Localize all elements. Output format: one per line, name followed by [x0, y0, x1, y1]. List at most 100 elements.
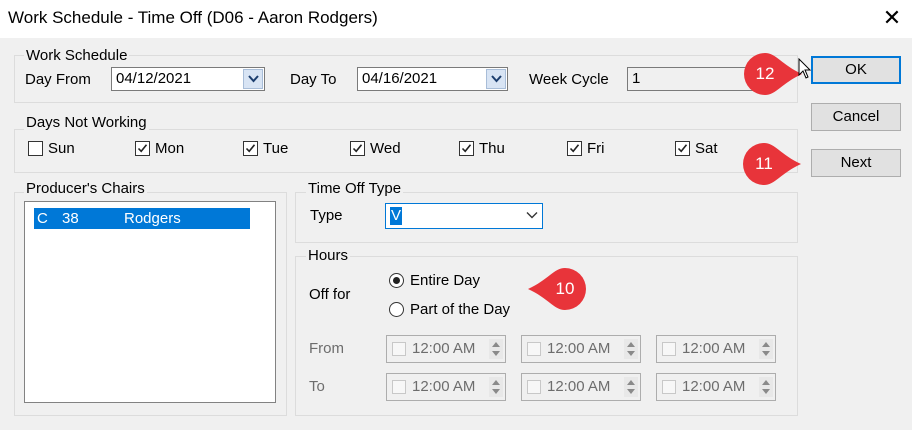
day-label-thu: Thu [479, 140, 505, 157]
checkbox-box [243, 141, 258, 156]
chair-type: C [37, 210, 48, 227]
time-enable-checkbox[interactable] [392, 380, 406, 394]
spin-updown-icon[interactable] [624, 377, 638, 397]
day-from-dropdown-button[interactable] [243, 69, 263, 89]
callout-11: 11 [743, 143, 803, 185]
checkmark-icon [569, 144, 580, 153]
day-to-label: Day To [290, 71, 337, 88]
day-checkbox-sun[interactable]: Sun [28, 140, 88, 160]
spin-updown-icon[interactable] [759, 377, 773, 397]
callout-number: 12 [755, 64, 775, 83]
dialog-client-area: Work Schedule Day From 04/12/2021 Day To… [0, 38, 912, 430]
producers-chairs-legend: Producer's Chairs [24, 180, 147, 197]
day-checkbox-thu[interactable]: Thu [459, 140, 519, 160]
time-value: 12:00 AM [682, 378, 746, 395]
window-title: Work Schedule - Time Off (D06 - Aaron Ro… [8, 8, 378, 27]
day-to-value: 04/16/2021 [362, 70, 438, 87]
time-value: 12:00 AM [682, 340, 746, 357]
checkbox-box [675, 141, 690, 156]
day-to-dropdown-button[interactable] [486, 69, 506, 89]
next-button[interactable]: Next [811, 149, 901, 177]
day-from-value: 04/12/2021 [116, 70, 192, 87]
day-from-picker[interactable]: 04/12/2021 [111, 67, 265, 91]
from-label: From [309, 340, 344, 357]
time-value: 12:00 AM [547, 378, 611, 395]
checkbox-box [28, 141, 43, 156]
list-item[interactable]: C 38 Rodgers [34, 208, 250, 229]
type-dropdown[interactable]: V [385, 203, 543, 229]
hours-legend: Hours [306, 247, 351, 264]
callout-number: 10 [555, 279, 575, 298]
checkmark-icon [352, 144, 363, 153]
type-selected-value: V [390, 207, 403, 225]
callout-12: 12 [744, 53, 804, 95]
to-time-picker-3[interactable]: 12:00 AM [656, 373, 776, 401]
radio-circle [389, 302, 404, 317]
chair-number: 38 [62, 210, 79, 227]
week-cycle-field[interactable]: 1 [627, 67, 757, 91]
off-for-label: Off for [309, 286, 351, 303]
producers-chairs-list[interactable]: C 38 Rodgers [24, 201, 276, 403]
ok-button[interactable]: OK [811, 56, 901, 84]
callout-10: 10 [526, 268, 586, 310]
day-checkbox-mon[interactable]: Mon [135, 140, 195, 160]
day-label-sun: Sun [48, 140, 75, 157]
checkmark-icon [461, 144, 472, 153]
close-icon: ✕ [882, 5, 902, 30]
from-time-picker-1[interactable]: 12:00 AM [386, 335, 506, 363]
radio-dot [393, 277, 400, 284]
entire-day-radio[interactable]: Entire Day [389, 272, 509, 292]
checkmark-icon [245, 144, 256, 153]
mouse-cursor-icon [798, 58, 812, 79]
from-time-picker-3[interactable]: 12:00 AM [656, 335, 776, 363]
day-from-label: Day From [25, 71, 91, 88]
radio-circle [389, 273, 404, 288]
chevron-down-icon [248, 75, 259, 83]
time-value: 12:00 AM [547, 340, 611, 357]
time-off-type-group [295, 192, 798, 243]
from-time-picker-2[interactable]: 12:00 AM [521, 335, 641, 363]
close-button[interactable]: ✕ [878, 2, 906, 34]
day-checkbox-wed[interactable]: Wed [350, 140, 410, 160]
checkbox-box [135, 141, 150, 156]
spin-updown-icon[interactable] [489, 377, 503, 397]
day-checkbox-fri[interactable]: Fri [567, 140, 627, 160]
day-label-wed: Wed [370, 140, 401, 157]
type-label: Type [310, 207, 343, 224]
spin-updown-icon[interactable] [624, 339, 638, 359]
day-checkbox-tue[interactable]: Tue [243, 140, 303, 160]
day-to-picker[interactable]: 04/16/2021 [357, 67, 508, 91]
title-bar: Work Schedule - Time Off (D06 - Aaron Ro… [0, 0, 917, 38]
chevron-down-icon [491, 75, 502, 83]
to-time-picker-1[interactable]: 12:00 AM [386, 373, 506, 401]
time-enable-checkbox[interactable] [527, 380, 541, 394]
window-edge [912, 38, 917, 430]
time-enable-checkbox[interactable] [392, 342, 406, 356]
day-checkbox-sat[interactable]: Sat [675, 140, 735, 160]
callout-number: 11 [755, 154, 773, 173]
cancel-button[interactable]: Cancel [811, 103, 901, 131]
week-cycle-label: Week Cycle [529, 71, 609, 88]
day-label-mon: Mon [155, 140, 185, 157]
time-value: 12:00 AM [412, 378, 476, 395]
time-enable-checkbox[interactable] [527, 342, 541, 356]
checkbox-box [459, 141, 474, 156]
part-of-day-radio[interactable]: Part of the Day [389, 301, 529, 321]
checkbox-box [350, 141, 365, 156]
work-schedule-legend: Work Schedule [24, 47, 130, 64]
spin-updown-icon[interactable] [759, 339, 773, 359]
time-off-type-legend: Time Off Type [306, 180, 404, 197]
time-enable-checkbox[interactable] [662, 380, 676, 394]
week-cycle-value: 1 [632, 70, 641, 87]
chair-name: Rodgers [124, 210, 181, 227]
checkmark-icon [677, 144, 688, 153]
time-enable-checkbox[interactable] [662, 342, 676, 356]
to-time-picker-2[interactable]: 12:00 AM [521, 373, 641, 401]
days-not-working-legend: Days Not Working [24, 114, 149, 131]
checkmark-icon [137, 144, 148, 153]
spin-updown-icon[interactable] [489, 339, 503, 359]
time-value: 12:00 AM [412, 340, 476, 357]
to-label: To [309, 378, 325, 395]
type-dropdown-arrow[interactable] [522, 206, 538, 226]
checkbox-box [567, 141, 582, 156]
